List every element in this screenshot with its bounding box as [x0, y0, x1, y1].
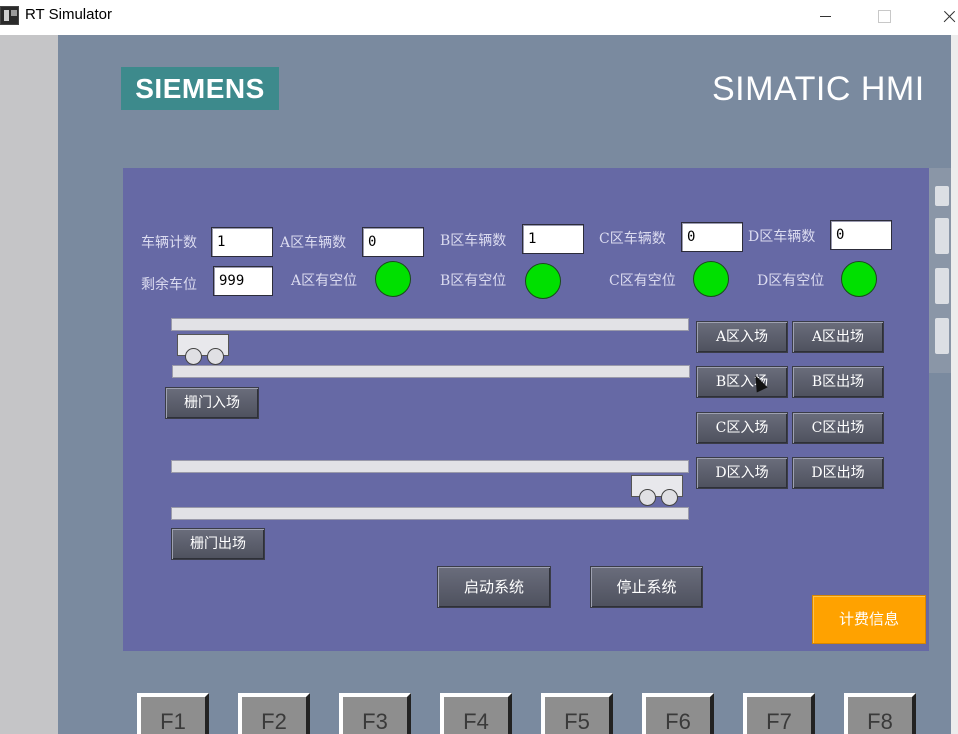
simatic-hmi-label: SIMATIC HMI [712, 70, 925, 108]
entry-car-icon [177, 334, 229, 365]
c-zone-entry-button[interactable]: C区入场 [696, 412, 788, 444]
f2-key[interactable]: F2 [238, 693, 310, 734]
c-zone-count-label: C区车辆数 [599, 231, 666, 247]
start-system-button[interactable]: 启动系统 [437, 566, 551, 608]
f3-key[interactable]: F3 [339, 693, 411, 734]
window-title: RT Simulator [25, 6, 112, 23]
exit-lane-bottom-rail [171, 507, 689, 520]
b-zone-entry-button[interactable]: B区入场 [696, 366, 788, 398]
a-zone-count-field[interactable]: 0 [362, 227, 424, 257]
c-zone-exit-button[interactable]: C区出场 [792, 412, 884, 444]
c-zone-available-lamp [693, 261, 729, 297]
d-zone-entry-button[interactable]: D区入场 [696, 457, 788, 489]
rt-simulator-window: RT Simulator SIEMENS SIMATIC HMI 车辆计数 1 … [0, 0, 958, 734]
f6-key[interactable]: F6 [642, 693, 714, 734]
d-zone-count-label: D区车辆数 [748, 229, 816, 245]
entry-lane-top-rail [171, 318, 689, 331]
a-zone-available-label: A区有空位 [291, 273, 358, 289]
maximize-button[interactable] [860, 0, 906, 33]
a-zone-exit-button[interactable]: A区出场 [792, 321, 884, 353]
a-zone-count-label: A区车辆数 [280, 235, 347, 251]
left-margin [0, 35, 58, 734]
title-bar: RT Simulator [0, 0, 958, 33]
f5-key[interactable]: F5 [541, 693, 613, 734]
exit-lane-top-rail [171, 460, 689, 473]
f8-key[interactable]: F8 [844, 693, 916, 734]
c-zone-available-label: C区有空位 [609, 273, 676, 289]
window-scrollbar[interactable] [951, 35, 958, 734]
app-icon [0, 6, 19, 25]
d-zone-count-field[interactable]: 0 [830, 220, 892, 250]
remaining-spaces-field[interactable]: 999 [213, 266, 273, 296]
f7-key[interactable]: F7 [743, 693, 815, 734]
b-zone-available-label: B区有空位 [440, 273, 507, 289]
d-zone-available-label: D区有空位 [757, 273, 825, 289]
vehicle-count-field[interactable]: 1 [211, 227, 273, 257]
minimize-button[interactable] [802, 0, 848, 33]
device-side-decoration [929, 168, 951, 373]
billing-info-button[interactable]: 计费信息 [812, 595, 926, 644]
a-zone-available-lamp [375, 261, 411, 297]
f1-key[interactable]: F1 [137, 693, 209, 734]
vehicle-count-label: 车辆计数 [141, 235, 197, 251]
b-zone-exit-button[interactable]: B区出场 [792, 366, 884, 398]
b-zone-available-lamp [525, 263, 561, 299]
f4-key[interactable]: F4 [440, 693, 512, 734]
b-zone-count-field[interactable]: 1 [522, 224, 584, 254]
siemens-logo: SIEMENS [121, 67, 279, 110]
d-zone-available-lamp [841, 261, 877, 297]
c-zone-count-field[interactable]: 0 [681, 222, 743, 252]
exit-car-icon [631, 475, 683, 506]
b-zone-count-label: B区车辆数 [440, 233, 507, 249]
gate-exit-button[interactable]: 栅门出场 [171, 528, 265, 560]
gate-entry-button[interactable]: 栅门入场 [165, 387, 259, 419]
d-zone-exit-button[interactable]: D区出场 [792, 457, 884, 489]
entry-lane-bottom-rail [172, 365, 690, 378]
a-zone-entry-button[interactable]: A区入场 [696, 321, 788, 353]
close-button[interactable] [912, 0, 958, 33]
stop-system-button[interactable]: 停止系统 [590, 566, 703, 608]
remaining-spaces-label: 剩余车位 [141, 277, 197, 293]
